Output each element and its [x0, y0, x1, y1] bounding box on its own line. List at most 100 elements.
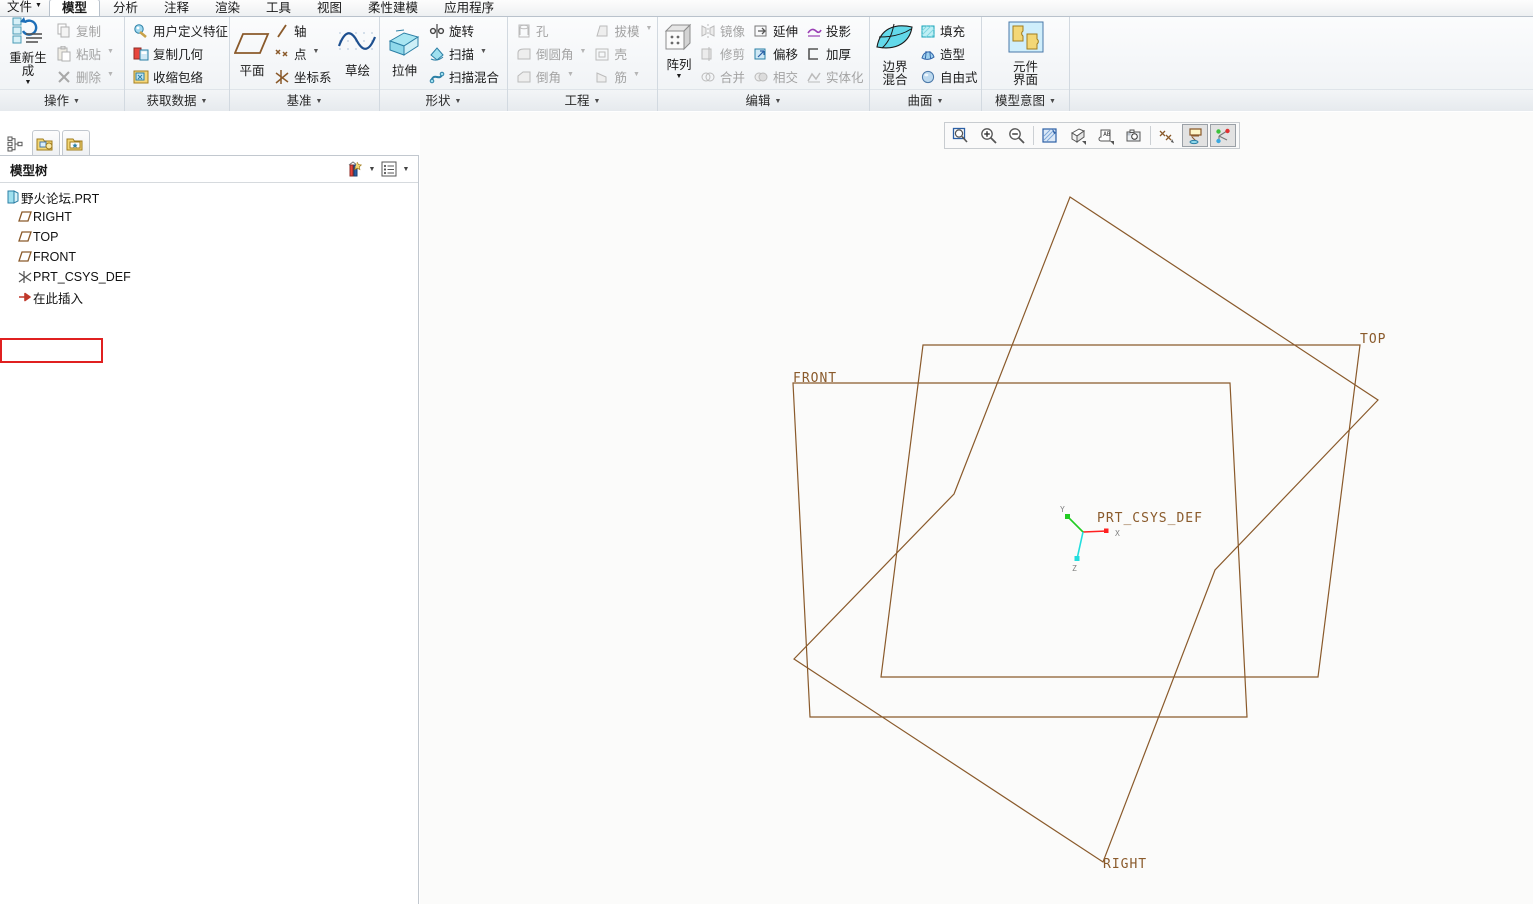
fill-button[interactable]: 填充: [916, 19, 982, 42]
style-button[interactable]: 造型: [916, 42, 982, 65]
tree-item-label: RIGHT: [33, 210, 72, 224]
shell-button[interactable]: 壳: [590, 42, 656, 65]
tab-applications[interactable]: 应用程序: [431, 0, 507, 16]
intersect-button[interactable]: 相交: [749, 65, 802, 88]
rib-button[interactable]: 筋 ▼: [590, 65, 656, 88]
datum-plane-display-button[interactable]: [1182, 124, 1208, 147]
chevron-down-icon: ▼: [774, 98, 782, 105]
favorites-tab[interactable]: [62, 130, 90, 156]
tree-filters-caret-icon[interactable]: ▼: [366, 158, 378, 180]
extend-button[interactable]: 延伸: [749, 19, 802, 42]
repaint-button[interactable]: [1037, 124, 1063, 147]
round-button[interactable]: 倒圆角 ▼: [512, 42, 590, 65]
ribbon-group-label-surfaces[interactable]: 曲面 ▼: [870, 89, 981, 111]
tab-label: 模型: [61, 1, 87, 15]
boundary-blend-button[interactable]: 边界 混合: [874, 19, 916, 89]
copy-button[interactable]: 复制: [52, 19, 118, 42]
revolve-button[interactable]: 旋转: [425, 19, 503, 42]
chevron-down-icon: ▼: [35, 1, 42, 9]
ribbon-group-label-get-data[interactable]: 获取数据 ▼: [125, 89, 229, 111]
tree-item-part[interactable]: 野火论坛.PRT: [0, 187, 418, 207]
paste-button[interactable]: 粘贴 ▼: [52, 42, 118, 65]
mirror-button[interactable]: 镜像: [696, 19, 749, 42]
coord-system-label: 坐标系: [294, 71, 332, 85]
group-label-text: 编辑: [745, 94, 771, 108]
thicken-button[interactable]: 加厚: [802, 42, 868, 65]
datum-axis-button[interactable]: 轴: [270, 19, 336, 42]
tab-flexible-modeling[interactable]: 柔性建模: [355, 0, 431, 16]
zoom-in-button[interactable]: [976, 124, 1002, 147]
saved-views-button[interactable]: [1121, 124, 1147, 147]
shrinkwrap-button[interactable]: 收缩包络: [129, 65, 232, 88]
datum-display-off-button[interactable]: [1154, 124, 1180, 147]
project-button[interactable]: 投影: [802, 19, 868, 42]
sweep-label: 扫描: [448, 48, 474, 62]
tab-view[interactable]: 视图: [304, 0, 355, 16]
ribbon-group-label-editing[interactable]: 编辑 ▼: [658, 89, 869, 111]
swept-blend-button[interactable]: 扫描混合: [425, 65, 503, 88]
delete-button[interactable]: 删除 ▼: [52, 65, 118, 88]
tab-tools[interactable]: 工具: [253, 0, 304, 16]
offset-button[interactable]: 偏移: [749, 42, 802, 65]
draft-button[interactable]: 拔模 ▼: [590, 19, 656, 42]
file-menu-label: 文件: [7, 0, 33, 14]
project-icon: [806, 23, 822, 39]
model-tree-tab[interactable]: [2, 130, 30, 156]
tree-settings-button[interactable]: [378, 158, 400, 180]
tab-annotate[interactable]: 注释: [151, 0, 202, 16]
display-style-button[interactable]: [1065, 124, 1091, 147]
chevron-down-icon: ▼: [107, 48, 114, 55]
refit-button[interactable]: [948, 124, 974, 147]
extrude-button[interactable]: 拉伸: [384, 19, 425, 89]
tree-item-front[interactable]: FRONT: [0, 247, 418, 267]
ribbon-group-label-shapes[interactable]: 形状 ▼: [380, 89, 507, 111]
ribbon-group-label-datum[interactable]: 基准 ▼: [230, 89, 379, 111]
tree-settings-caret-icon[interactable]: ▼: [400, 158, 412, 180]
coord-system-button[interactable]: 坐标系: [270, 65, 336, 88]
tab-analysis[interactable]: 分析: [100, 0, 151, 16]
tree-item-csys[interactable]: PRT_CSYS_DEF: [0, 267, 418, 287]
hole-button[interactable]: 孔: [512, 19, 590, 42]
tree-item-label: TOP: [33, 230, 59, 244]
datum-plane-icon: [16, 251, 33, 263]
tree-item-right[interactable]: RIGHT: [0, 207, 418, 227]
pattern-button[interactable]: 阵列 ▼: [662, 19, 696, 89]
tab-render[interactable]: 渲染: [202, 0, 253, 16]
datum-point-button[interactable]: 点 ▼: [270, 42, 336, 65]
ribbon-group-label-engineering[interactable]: 工程 ▼: [508, 89, 657, 111]
svg-text:AB: AB: [1103, 131, 1111, 138]
graphics-area[interactable]: TOP FRONT RIGHT X Y Z PRT_CSYS_DEF: [420, 112, 1533, 904]
zoom-out-button[interactable]: [1004, 124, 1030, 147]
freestyle-label: 自由式: [940, 71, 978, 85]
tab-model[interactable]: 模型: [48, 0, 100, 16]
component-interface-button[interactable]: 元件 界面: [995, 19, 1057, 89]
regenerate-icon: [12, 16, 44, 49]
regenerate-button[interactable]: 重新生成 ▼: [4, 16, 52, 89]
merge-button[interactable]: 合并: [696, 65, 749, 88]
udf-button[interactable]: 用户定义特征: [129, 19, 232, 42]
ribbon-group-label-operations[interactable]: 操作 ▼: [0, 89, 124, 111]
navigator-tabs: [0, 126, 419, 156]
delete-icon: [56, 69, 72, 85]
chamfer-button[interactable]: 倒角 ▼: [512, 65, 590, 88]
sweep-button[interactable]: 扫描 ▼: [425, 42, 503, 65]
datum-plane-button[interactable]: 平面: [233, 19, 270, 89]
tree-filters-button[interactable]: [344, 158, 366, 180]
copy-geometry-button[interactable]: 复制几何: [129, 42, 232, 65]
delete-label: 删除: [76, 71, 102, 85]
tree-item-insert-here[interactable]: 在此插入: [0, 287, 418, 307]
group-label-text: 形状: [425, 94, 451, 108]
sketch-button[interactable]: 草绘: [336, 19, 380, 89]
file-menu-button[interactable]: 文件 ▼: [0, 0, 49, 16]
solidify-button[interactable]: 实体化: [802, 65, 868, 88]
annotation-display-button[interactable]: AB: [1093, 124, 1119, 147]
application-window: 文件 ▼ 模型 分析 注释 渲染 工具 视图 柔性建模 应用程序 重新生成 ▼ …: [0, 0, 1533, 904]
folder-browser-tab[interactable]: [32, 130, 60, 156]
ribbon-group-label-model-intent[interactable]: 模型意图 ▼: [982, 89, 1069, 111]
tab-label: 分析: [112, 1, 138, 15]
trim-button[interactable]: 修剪: [696, 42, 749, 65]
tree-item-top[interactable]: TOP: [0, 227, 418, 247]
extrude-label: 拉伸: [391, 64, 417, 78]
freestyle-button[interactable]: 自由式: [916, 65, 982, 88]
csys-display-button[interactable]: [1210, 124, 1236, 147]
